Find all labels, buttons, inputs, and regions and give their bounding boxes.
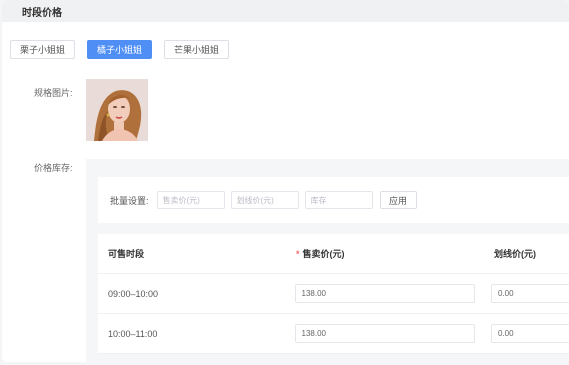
spec-tabs: 栗子小姐姐 橘子小姐姐 芒果小姐姐: [10, 40, 230, 59]
column-header-price-label: 售卖价(元): [302, 249, 345, 259]
table-header: 可售时段 * 售卖价(元) 划线价(元): [98, 234, 569, 274]
table-row: 10:00–11:00 138.00 0.00: [98, 314, 569, 354]
batch-settings-label: 批量设置:: [110, 195, 149, 206]
strike-price-input[interactable]: 0.00: [491, 324, 569, 343]
tab-spec-2[interactable]: 橘子小姐姐: [87, 40, 153, 59]
price-table: 可售时段 * 售卖价(元) 划线价(元) 09:00–10:00 138.00 0…: [98, 234, 569, 354]
column-header-period: 可售时段: [108, 249, 145, 259]
price-input[interactable]: 138.00: [294, 284, 475, 303]
time-slot-price-card: 时段价格 栗子小姐姐 橘子小姐姐 芒果小姐姐 规格图片: 价格库存: 批量设置:: [2, 0, 569, 362]
table-row: 09:00–10:00 138.00 0.00: [98, 274, 569, 314]
apply-button[interactable]: 应用: [379, 191, 417, 209]
spec-image-label: 规格图片:: [34, 88, 73, 98]
section-title: 时段价格: [22, 7, 62, 19]
price-stock-panel: 批量设置: 应用 可售时段 *售卖价(元) 划线价(元) 09:00–10:00…: [86, 159, 569, 362]
section-header: 时段价格: [2, 0, 569, 22]
tab-spec-1[interactable]: 栗子小姐姐: [10, 40, 76, 59]
strike-price-input[interactable]: 0.00: [491, 284, 569, 303]
batch-settings-row: 批量设置: 应用: [98, 177, 569, 223]
batch-strike-price-input[interactable]: [230, 191, 299, 209]
period-cell: 10:00–11:00: [108, 328, 158, 339]
spec-image-thumbnail[interactable]: [86, 79, 148, 141]
tab-spec-3[interactable]: 芒果小姐姐: [164, 40, 230, 59]
batch-price-input[interactable]: [156, 191, 225, 209]
batch-stock-input[interactable]: [304, 191, 373, 209]
column-header-price: * 售卖价(元): [296, 247, 494, 260]
period-cell: 09:00–10:00: [108, 288, 159, 299]
price-input[interactable]: 138.00: [294, 324, 475, 343]
column-header-strike-price: 划线价(元): [494, 249, 536, 259]
required-mark: *: [296, 249, 300, 259]
price-stock-label: 价格库存:: [34, 163, 73, 173]
